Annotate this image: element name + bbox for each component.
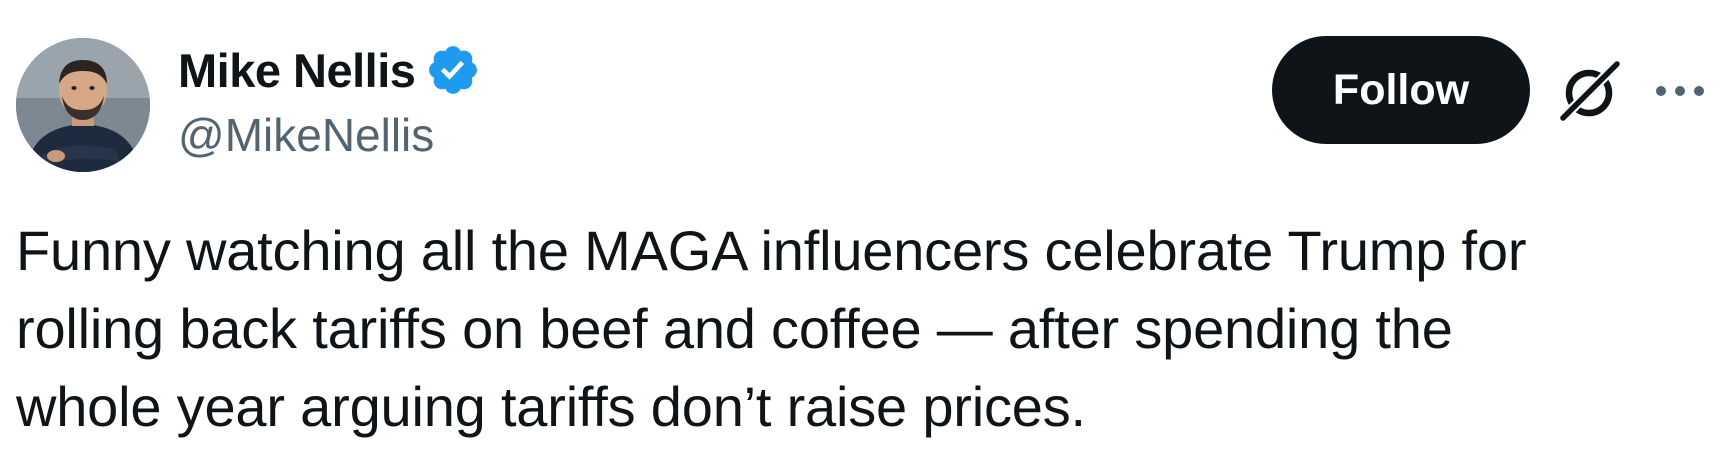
tweet-card: Mike Nellis @MikeNellis Follow Funny wat… [0, 0, 1726, 474]
verified-badge-icon[interactable] [425, 42, 481, 98]
avatar-photo [16, 38, 150, 172]
author-name-row: Mike Nellis [178, 40, 481, 100]
author-display-name[interactable]: Mike Nellis [178, 43, 416, 98]
grok-icon[interactable] [1555, 56, 1625, 126]
more-icon[interactable] [1652, 76, 1708, 106]
author-handle[interactable]: @MikeNellis [178, 108, 434, 162]
follow-button[interactable]: Follow [1272, 36, 1530, 144]
tweet-text: Funny watching all the MAGA influencers … [16, 219, 1527, 438]
avatar[interactable] [16, 38, 150, 172]
